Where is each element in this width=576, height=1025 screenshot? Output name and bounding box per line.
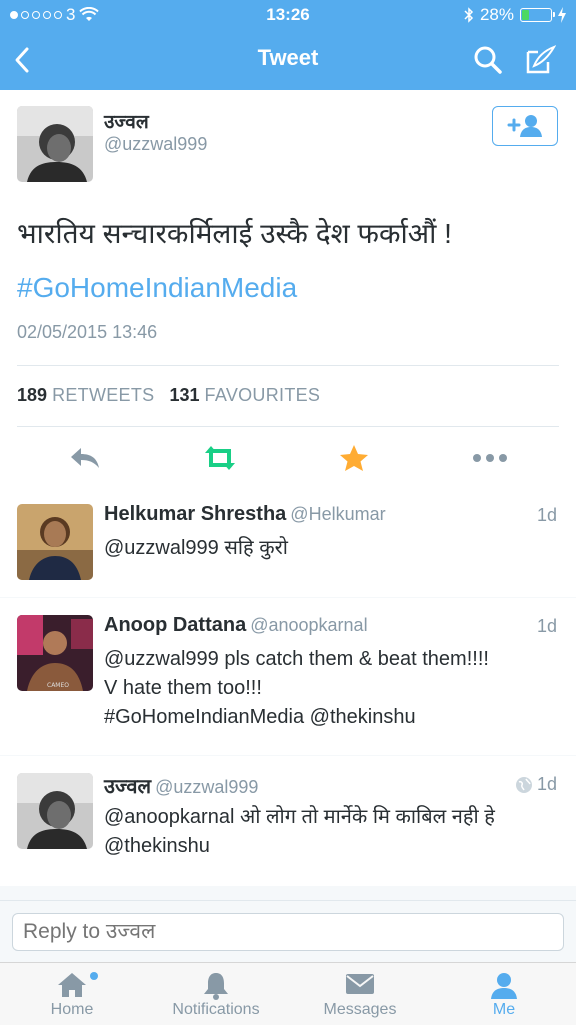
tab-label: Me	[492, 1001, 516, 1018]
tab-label: Messages	[323, 1001, 397, 1018]
reply-author-handle: @anoopkarnal	[250, 615, 368, 635]
compose-icon	[526, 45, 556, 74]
reply-time-label: 1d	[536, 505, 557, 525]
tab-label: Home	[50, 1001, 94, 1018]
reply-text-line: @uzzwal999 सहि कुरो	[104, 537, 288, 559]
reply-item[interactable]: Helkumar Shrestha @Helkumar 1d @uzzwal999…	[0, 487, 576, 597]
status-bar: 3 13:26 28%	[0, 0, 576, 30]
tweet-hashtag-link[interactable]: #GoHomeIndianMedia	[17, 272, 297, 304]
add-user-icon	[507, 115, 542, 137]
search-icon	[474, 46, 502, 74]
follow-button[interactable]	[492, 106, 558, 146]
reply-author-name: Anoop Dattana	[104, 614, 247, 636]
replies-list: Helkumar Shrestha @Helkumar 1d @uzzwal999…	[0, 487, 576, 905]
status-right: 28%	[464, 5, 566, 25]
reply-author[interactable]: Helkumar Shrestha @Helkumar	[104, 503, 386, 526]
more-options-button[interactable]	[470, 440, 510, 476]
reply-text-line: @uzzwal999 pls catch them & beat them!!!…	[104, 648, 489, 670]
tab-home[interactable]: Home	[0, 963, 144, 1025]
notification-dot	[90, 972, 98, 980]
header: 3 13:26 28% Tweet	[0, 0, 576, 90]
envelope-icon	[346, 974, 374, 994]
reply-time-label: 1d	[536, 616, 557, 636]
star-icon	[340, 445, 368, 471]
favourites-label[interactable]: FAVOURITES	[205, 385, 321, 405]
reply-item[interactable]: उज्वल @uzzwal999 1d @anoopkarnal ओ लोग तो…	[0, 756, 576, 886]
divider	[17, 365, 559, 366]
favourite-button[interactable]	[334, 440, 374, 476]
reply-time: 1d	[537, 616, 557, 637]
reply-author-name: उज्वल	[104, 776, 152, 798]
tab-messages[interactable]: Messages	[288, 963, 432, 1025]
reply-avatar[interactable]	[17, 504, 93, 580]
reply-time: 1d	[537, 505, 557, 526]
retweet-button[interactable]	[200, 440, 240, 476]
retweets-label[interactable]: RETWEETS	[52, 385, 154, 405]
reply-text: @anoopkarnal ओ लोग तो मार्नेके मि काबिल …	[104, 803, 554, 861]
reply-button[interactable]	[65, 440, 105, 476]
reply-avatar[interactable]	[17, 773, 93, 849]
home-icon	[58, 973, 86, 997]
reply-text-line: V hate them too!!!	[104, 677, 262, 699]
author-avatar[interactable]	[17, 106, 93, 182]
author-name[interactable]: उज्वल	[104, 108, 149, 134]
reply-text: @uzzwal999 pls catch them & beat them!!!…	[104, 645, 554, 732]
tab-notifications[interactable]: Notifications	[144, 963, 288, 1025]
reply-text-line: @thekinshu	[104, 835, 210, 857]
tab-me[interactable]: Me	[432, 963, 576, 1025]
reply-input[interactable]	[12, 913, 564, 951]
divider	[17, 426, 559, 427]
retweet-icon	[205, 446, 235, 470]
globe-icon	[515, 776, 532, 793]
tweet-text: भारतिय सन्चारकर्मिलाई उस्कै देश फर्काऔं …	[17, 218, 452, 249]
battery-percent: 28%	[479, 5, 514, 24]
reply-author-handle: @uzzwal999	[155, 777, 259, 797]
reply-text-line: @anoopkarnal ओ लोग तो मार्नेके मि काबिल …	[104, 806, 495, 828]
more-icon	[473, 454, 507, 462]
reply-author-name: Helkumar Shrestha	[104, 503, 287, 525]
tab-bar: Home Notifications Messages Me	[0, 962, 576, 1025]
battery-icon	[520, 8, 555, 22]
compose-button[interactable]	[520, 40, 560, 80]
reply-icon	[71, 448, 99, 468]
reply-time: 1d	[515, 774, 557, 795]
tab-label: Notifications	[172, 1001, 260, 1018]
reply-author[interactable]: Anoop Dattana @anoopkarnal	[104, 614, 368, 637]
reply-author[interactable]: उज्वल @uzzwal999	[104, 772, 258, 799]
favourites-count[interactable]: 131	[169, 385, 199, 405]
bell-icon	[204, 973, 228, 1000]
person-icon	[491, 973, 517, 999]
retweets-count[interactable]: 189	[17, 385, 47, 405]
author-handle[interactable]: @uzzwal999	[104, 134, 207, 155]
svg-text:CAMEO: CAMEO	[47, 682, 69, 689]
reply-time-label: 1d	[536, 774, 557, 794]
reply-author-handle: @Helkumar	[290, 504, 386, 524]
reply-text: @uzzwal999 सहि कुरो	[104, 534, 554, 563]
navigation-bar: Tweet	[0, 30, 576, 90]
reply-item[interactable]: CAMEO Anoop Dattana @anoopkarnal 1d @uzzw…	[0, 598, 576, 755]
reply-avatar[interactable]: CAMEO	[17, 615, 93, 691]
reply-text-line: #GoHomeIndianMedia @thekinshu	[104, 706, 416, 728]
tweet-stats: 189 RETWEETS 131 FAVOURITES	[17, 385, 320, 406]
bluetooth-icon	[464, 7, 474, 23]
tweet-actions	[0, 440, 576, 476]
tweet-timestamp: 02/05/2015 13:46	[17, 322, 158, 342]
charging-icon	[558, 7, 566, 23]
reply-bar	[0, 900, 576, 963]
search-button[interactable]	[468, 40, 508, 80]
